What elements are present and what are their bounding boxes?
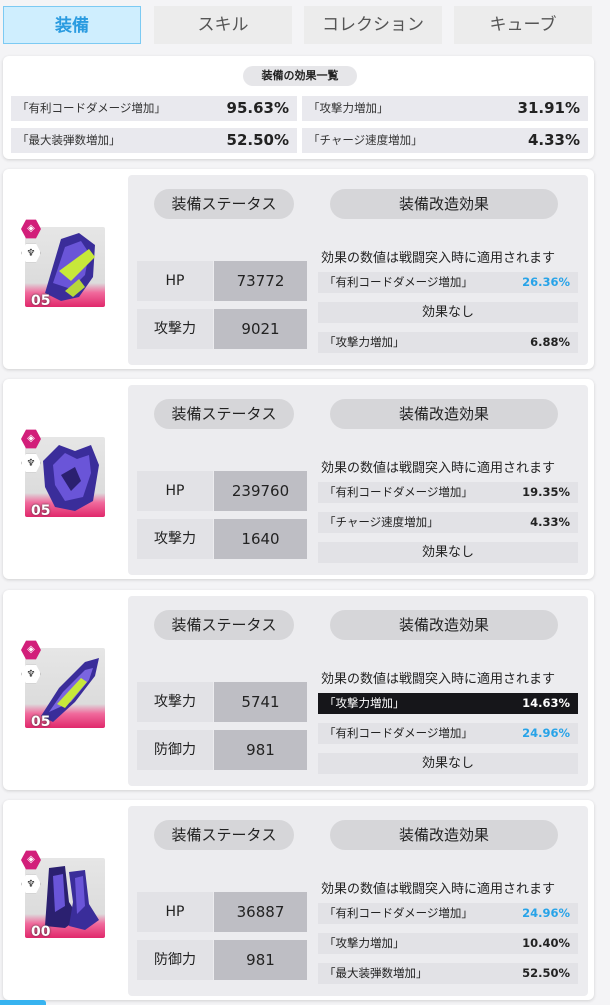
equipment-status-title: 装備ステータス <box>154 399 294 429</box>
mod-effect-row: 「有利コードダメージ増加」 26.36% <box>318 272 578 293</box>
equipment-detail-panel: 装備ステータス 装備改造効果 HP 239760 攻撃力 1640 効果の数値は… <box>128 385 588 575</box>
summary-row-label: 「攻撃力増加」 <box>308 101 389 115</box>
equipment-status-title: 装備ステータス <box>154 610 294 640</box>
mod-effect-value: 4.33% <box>530 515 570 529</box>
mod-effect-label: 「有利コードダメージ増加」 <box>324 906 473 920</box>
summary-row-value: 52.50% <box>226 131 289 149</box>
mod-effect-row: 「最大装弾数増加」 52.50% <box>318 963 578 984</box>
mod-effect-empty: 効果なし <box>318 753 578 774</box>
equipment-mod-title: 装備改造効果 <box>330 820 558 850</box>
mod-effect-row: 「チャージ速度増加」 4.33% <box>318 512 578 533</box>
equipment-item[interactable]: 00 ◈ ♆ <box>21 850 107 940</box>
mod-effect-label: 「攻撃力増加」 <box>324 696 405 710</box>
mod-effect-row: 「有利コードダメージ増加」 24.96% <box>318 723 578 744</box>
mod-effect-value: 19.35% <box>522 485 570 499</box>
stat-label: HP <box>137 261 213 301</box>
stat-label: 攻撃力 <box>137 309 213 349</box>
equipment-mod-title: 装備改造効果 <box>330 610 558 640</box>
tab-bar: 装備 スキル コレクション キューブ <box>3 6 603 44</box>
stat-value: 981 <box>214 940 307 980</box>
equipment-thumbnail[interactable]: 00 <box>25 858 105 938</box>
stat-value: 9021 <box>214 309 307 349</box>
summary-row: 「チャージ速度増加」 4.33% <box>302 128 588 153</box>
equipment-level: 05 <box>31 293 51 307</box>
stat-label: HP <box>137 892 213 932</box>
stat-label: 攻撃力 <box>137 682 213 722</box>
mod-effect-note: 効果の数値は戦闘突入時に適用されます <box>321 461 556 476</box>
equipment-mod-title: 装備改造効果 <box>330 189 558 219</box>
mod-effect-label: 「攻撃力増加」 <box>324 936 405 950</box>
tab-cube[interactable]: キューブ <box>454 6 592 44</box>
tab-skill[interactable]: スキル <box>154 6 292 44</box>
equipment-status-title: 装備ステータス <box>154 189 294 219</box>
equipment-status-title: 装備ステータス <box>154 820 294 850</box>
equipment-card: 05 ◈ ♆ 装備ステータス 装備改造効果 攻撃力 5741 防御力 981 効… <box>3 590 594 790</box>
equipment-card: 05 ◈ ♆ 装備ステータス 装備改造効果 HP 239760 攻撃力 1640… <box>3 379 594 579</box>
equipment-level: 05 <box>31 503 51 517</box>
summary-row-value: 95.63% <box>226 99 289 117</box>
stat-value: 1640 <box>214 519 307 559</box>
summary-row-label: 「最大装弾数増加」 <box>17 133 121 147</box>
mod-effect-row: 「有利コードダメージ増加」 24.96% <box>318 903 578 924</box>
stat-value: 239760 <box>214 471 307 511</box>
scroll-indicator <box>0 1000 46 1005</box>
equipment-effects-summary: 装備の効果一覧 「有利コードダメージ増加」 95.63% 「攻撃力増加」 31.… <box>3 56 594 159</box>
mod-effect-value: 10.40% <box>522 936 570 950</box>
mod-effect-empty: 効果なし <box>318 542 578 563</box>
mod-effect-value: 24.96% <box>522 906 570 920</box>
stat-value: 73772 <box>214 261 307 301</box>
mod-effect-value: 52.50% <box>522 966 570 980</box>
stat-label: 攻撃力 <box>137 519 213 559</box>
equipment-thumbnail[interactable]: 05 <box>25 437 105 517</box>
equipment-item[interactable]: 05 ◈ ♆ <box>21 219 107 309</box>
mod-effect-label: 「攻撃力増加」 <box>324 335 405 349</box>
mod-effect-row: 「攻撃力増加」 14.63% <box>318 693 578 714</box>
stat-value: 36887 <box>214 892 307 932</box>
mod-effect-note: 効果の数値は戦闘突入時に適用されます <box>321 672 556 687</box>
equipment-detail-panel: 装備ステータス 装備改造効果 HP 36887 防御力 981 効果の数値は戦闘… <box>128 806 588 996</box>
stat-value: 5741 <box>214 682 307 722</box>
mod-effect-value: 26.36% <box>522 275 570 289</box>
mod-effect-row: 「攻撃力増加」 10.40% <box>318 933 578 954</box>
mod-effect-value: 6.88% <box>530 335 570 349</box>
mod-effect-empty: 効果なし <box>318 302 578 323</box>
equipment-thumbnail[interactable]: 05 <box>25 648 105 728</box>
mod-effect-label: 「有利コードダメージ増加」 <box>324 275 473 289</box>
summary-title: 装備の効果一覧 <box>243 66 357 86</box>
summary-row: 「有利コードダメージ増加」 95.63% <box>11 96 297 121</box>
summary-row-label: 「チャージ速度増加」 <box>308 133 423 147</box>
mod-effect-note: 効果の数値は戦闘突入時に適用されます <box>321 882 556 897</box>
summary-row-label: 「有利コードダメージ増加」 <box>17 101 166 115</box>
mod-effect-label: 「有利コードダメージ増加」 <box>324 485 473 499</box>
equipment-card: 05 ◈ ♆ 装備ステータス 装備改造効果 HP 73772 攻撃力 9021 … <box>3 169 594 369</box>
equipment-detail-panel: 装備ステータス 装備改造効果 HP 73772 攻撃力 9021 効果の数値は戦… <box>128 175 588 365</box>
equipment-level: 05 <box>31 714 51 728</box>
tab-collection[interactable]: コレクション <box>304 6 442 44</box>
equipment-level: 00 <box>31 924 51 938</box>
mod-effect-value: 24.96% <box>522 726 570 740</box>
equipment-card: 00 ◈ ♆ 装備ステータス 装備改造効果 HP 36887 防御力 981 効… <box>3 800 594 1000</box>
equipment-thumbnail[interactable]: 05 <box>25 227 105 307</box>
stat-value: 981 <box>214 730 307 770</box>
equipment-detail-panel: 装備ステータス 装備改造効果 攻撃力 5741 防御力 981 効果の数値は戦闘… <box>128 596 588 786</box>
mod-effect-value: 14.63% <box>522 696 570 710</box>
stat-label: 防御力 <box>137 940 213 980</box>
mod-effect-label: 「最大装弾数増加」 <box>324 966 428 980</box>
equipment-item[interactable]: 05 ◈ ♆ <box>21 429 107 519</box>
stat-label: 防御力 <box>137 730 213 770</box>
summary-row-value: 31.91% <box>517 99 580 117</box>
summary-row: 「攻撃力増加」 31.91% <box>302 96 588 121</box>
mod-effect-row: 「攻撃力増加」 6.88% <box>318 332 578 353</box>
mod-effect-label: 「有利コードダメージ増加」 <box>324 726 473 740</box>
summary-row: 「最大装弾数増加」 52.50% <box>11 128 297 153</box>
mod-effect-note: 効果の数値は戦闘突入時に適用されます <box>321 251 556 266</box>
mod-effect-row: 「有利コードダメージ増加」 19.35% <box>318 482 578 503</box>
equipment-item[interactable]: 05 ◈ ♆ <box>21 640 107 730</box>
tab-equipment[interactable]: 装備 <box>3 6 141 44</box>
mod-effect-label: 「チャージ速度増加」 <box>324 515 439 529</box>
summary-row-value: 4.33% <box>527 131 580 149</box>
equipment-mod-title: 装備改造効果 <box>330 399 558 429</box>
stat-label: HP <box>137 471 213 511</box>
